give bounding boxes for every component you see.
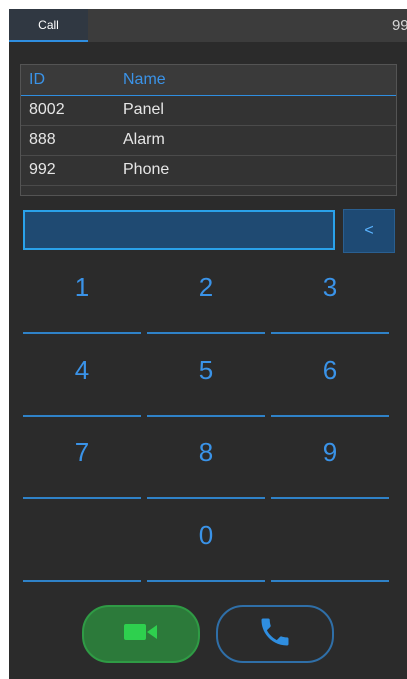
video-call-button[interactable] [82, 605, 200, 663]
key-digit: 3 [322, 272, 338, 302]
intercom-call-screen: Call 993 ID Name 8002 Panel 888 Alarm 99… [9, 9, 407, 679]
keypad-key-6[interactable]: 6 [271, 337, 389, 417]
phone-handset-icon [257, 614, 293, 655]
contact-name: Phone [123, 161, 170, 178]
contacts-header: ID Name [21, 65, 396, 96]
id-column-header: ID [29, 71, 45, 88]
contact-row[interactable]: 888 Alarm [21, 126, 396, 156]
dial-number-input[interactable] [23, 210, 335, 250]
key-underline [147, 415, 265, 417]
name-column-header: Name [123, 71, 166, 88]
keypad-empty-right [271, 502, 389, 582]
key-digit: 4 [74, 355, 90, 385]
contact-row[interactable]: 992 Phone [21, 156, 396, 186]
key-underline [23, 415, 141, 417]
tab-call-label: Call [38, 17, 59, 32]
key-underline [23, 497, 141, 499]
keypad-key-7[interactable]: 7 [23, 419, 141, 499]
contact-id: 992 [29, 161, 56, 178]
key-underline [271, 580, 389, 582]
key-underline [147, 580, 265, 582]
video-camera-icon [122, 619, 160, 650]
key-digit: 8 [198, 437, 214, 467]
key-digit: 1 [74, 272, 90, 302]
keypad-key-2[interactable]: 2 [147, 254, 265, 334]
contacts-table: ID Name 8002 Panel 888 Alarm 992 Phone [20, 64, 397, 196]
key-underline [271, 415, 389, 417]
key-digit: 2 [198, 272, 214, 302]
tab-call[interactable]: Call [9, 9, 88, 42]
contact-row[interactable]: 8002 Panel [21, 96, 396, 126]
contact-id: 888 [29, 131, 56, 148]
key-digit: 0 [198, 520, 214, 550]
key-digit: 5 [198, 355, 214, 385]
key-underline [23, 332, 141, 334]
keypad-key-0[interactable]: 0 [147, 502, 265, 582]
contact-name: Alarm [123, 131, 165, 148]
keypad-key-4[interactable]: 4 [23, 337, 141, 417]
contact-id: 8002 [29, 101, 65, 118]
top-bar: Call 993 [9, 9, 407, 42]
key-digit: 7 [74, 437, 90, 467]
key-digit: 6 [322, 355, 338, 385]
key-underline [271, 497, 389, 499]
key-underline [271, 332, 389, 334]
key-underline [147, 497, 265, 499]
voice-call-button[interactable] [216, 605, 334, 663]
keypad-key-9[interactable]: 9 [271, 419, 389, 499]
contact-name: Panel [123, 101, 164, 118]
keypad-key-5[interactable]: 5 [147, 337, 265, 417]
key-underline [23, 580, 141, 582]
key-digit: 9 [322, 437, 338, 467]
keypad-key-1[interactable]: 1 [23, 254, 141, 334]
backspace-button[interactable]: < [343, 209, 395, 253]
keypad-key-8[interactable]: 8 [147, 419, 265, 499]
keypad-key-3[interactable]: 3 [271, 254, 389, 334]
keypad-empty-left [23, 502, 141, 582]
key-underline [147, 332, 265, 334]
top-number: 993 [391, 17, 407, 34]
